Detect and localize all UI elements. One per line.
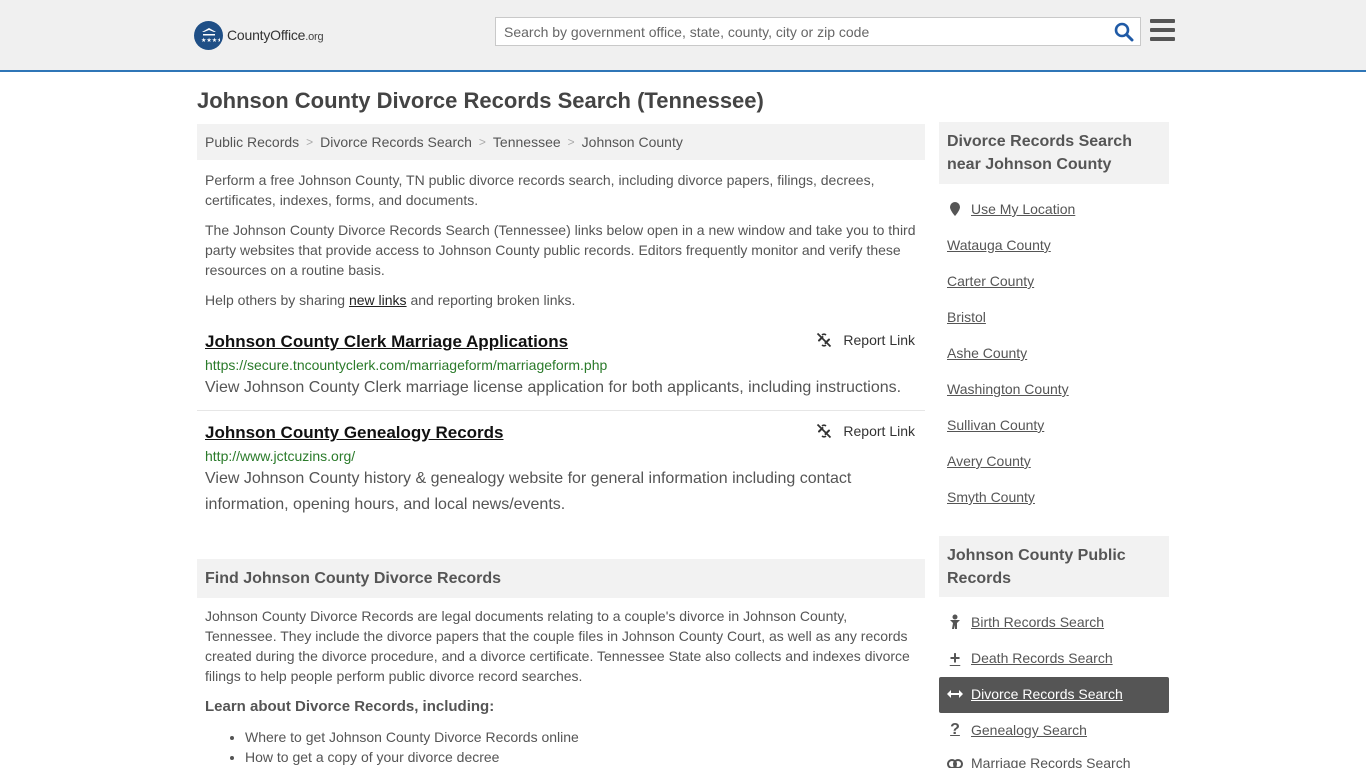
result-item: Johnson County Clerk Marriage Applicatio… (197, 328, 925, 410)
result-description: View Johnson County history & genealogy … (205, 470, 852, 513)
plus-icon: + (949, 647, 961, 668)
logo-text: CountyOffice.org (227, 27, 324, 43)
breadcrumb-divorce-records[interactable]: Divorce Records Search (320, 134, 472, 150)
learn-list: Where to get Johnson County Divorce Reco… (245, 727, 579, 767)
search-input[interactable] (496, 18, 1106, 45)
public-records-heading: Johnson County Public Records (939, 536, 1169, 597)
nearby-link-avery[interactable]: Avery County (947, 453, 1031, 469)
nearby-link-sullivan[interactable]: Sullivan County (947, 417, 1044, 433)
result-title-link[interactable]: Johnson County Clerk Marriage Applicatio… (205, 332, 568, 352)
result-url: https://secure.tncountyclerk.com/marriag… (205, 357, 608, 373)
baby-icon (947, 614, 963, 630)
result-divider (197, 410, 925, 411)
birth-records-link[interactable]: Birth Records Search (947, 614, 1104, 630)
nearby-link-smyth[interactable]: Smyth County (947, 489, 1035, 505)
nearby-link-bristol[interactable]: Bristol (947, 309, 986, 325)
divorce-records-link[interactable]: Divorce Records Search (947, 686, 1123, 702)
site-header: ★★★★ CountyOffice.org (0, 0, 1366, 72)
find-records-body: Johnson County Divorce Records are legal… (205, 608, 910, 684)
find-records-heading: Find Johnson County Divorce Records (197, 559, 925, 598)
site-search (495, 17, 1141, 46)
site-logo[interactable]: ★★★★ CountyOffice.org (194, 20, 324, 50)
svg-text:★★★★: ★★★★ (201, 37, 220, 44)
breadcrumb-johnson-county[interactable]: Johnson County (582, 134, 683, 150)
broken-link-icon (817, 332, 832, 348)
arrows-icon (947, 686, 963, 702)
broken-link-icon (817, 423, 832, 439)
logo-emblem-icon: ★★★★ (194, 20, 223, 50)
nearby-heading: Divorce Records Search near Johnson Coun… (939, 122, 1169, 184)
list-item: Where to get Johnson County Divorce Reco… (245, 727, 579, 747)
share-paragraph: Help others by sharing new links and rep… (205, 292, 576, 308)
breadcrumb: Public Records > Divorce Records Search … (197, 124, 925, 160)
list-item: How to get a copy of your divorce decree (245, 747, 579, 767)
breadcrumb-separator-icon: > (478, 135, 486, 149)
nearby-link-washington[interactable]: Washington County (947, 381, 1069, 397)
page-title: Johnson County Divorce Records Search (T… (197, 88, 764, 113)
learn-heading: Learn about Divorce Records, including: (205, 698, 495, 715)
rings-icon (947, 755, 963, 768)
report-link-button[interactable]: Report Link (816, 423, 915, 439)
breadcrumb-separator-icon: > (306, 135, 314, 149)
question-icon: ? (950, 721, 960, 738)
disclaimer-paragraph: The Johnson County Divorce Records Searc… (205, 222, 916, 278)
report-link-button[interactable]: Report Link (816, 332, 915, 348)
death-records-link[interactable]: + Death Records Search (947, 647, 1113, 668)
breadcrumb-public-records[interactable]: Public Records (205, 134, 299, 150)
nearby-link-watauga[interactable]: Watauga County (947, 237, 1051, 253)
result-item: Johnson County Genealogy Records Report … (197, 419, 925, 519)
use-location-link[interactable]: Use My Location (947, 201, 1075, 217)
search-icon[interactable] (1114, 22, 1134, 42)
result-url: http://www.jctcuzins.org/ (205, 448, 356, 464)
breadcrumb-tennessee[interactable]: Tennessee (493, 134, 561, 150)
intro-paragraph: Perform a free Johnson County, TN public… (205, 172, 875, 208)
new-links-link[interactable]: new links (349, 292, 407, 308)
hamburger-menu-icon[interactable] (1150, 19, 1175, 41)
breadcrumb-separator-icon: > (567, 135, 575, 149)
marriage-records-link[interactable]: Marriage Records Search (947, 755, 1131, 768)
genealogy-search-link[interactable]: ? Genealogy Search (947, 721, 1087, 738)
result-title-link[interactable]: Johnson County Genealogy Records (205, 423, 504, 443)
map-pin-icon (947, 201, 963, 217)
nearby-link-ashe[interactable]: Ashe County (947, 345, 1027, 361)
nearby-link-carter[interactable]: Carter County (947, 273, 1034, 289)
result-description: View Johnson County Clerk marriage licen… (205, 379, 902, 396)
